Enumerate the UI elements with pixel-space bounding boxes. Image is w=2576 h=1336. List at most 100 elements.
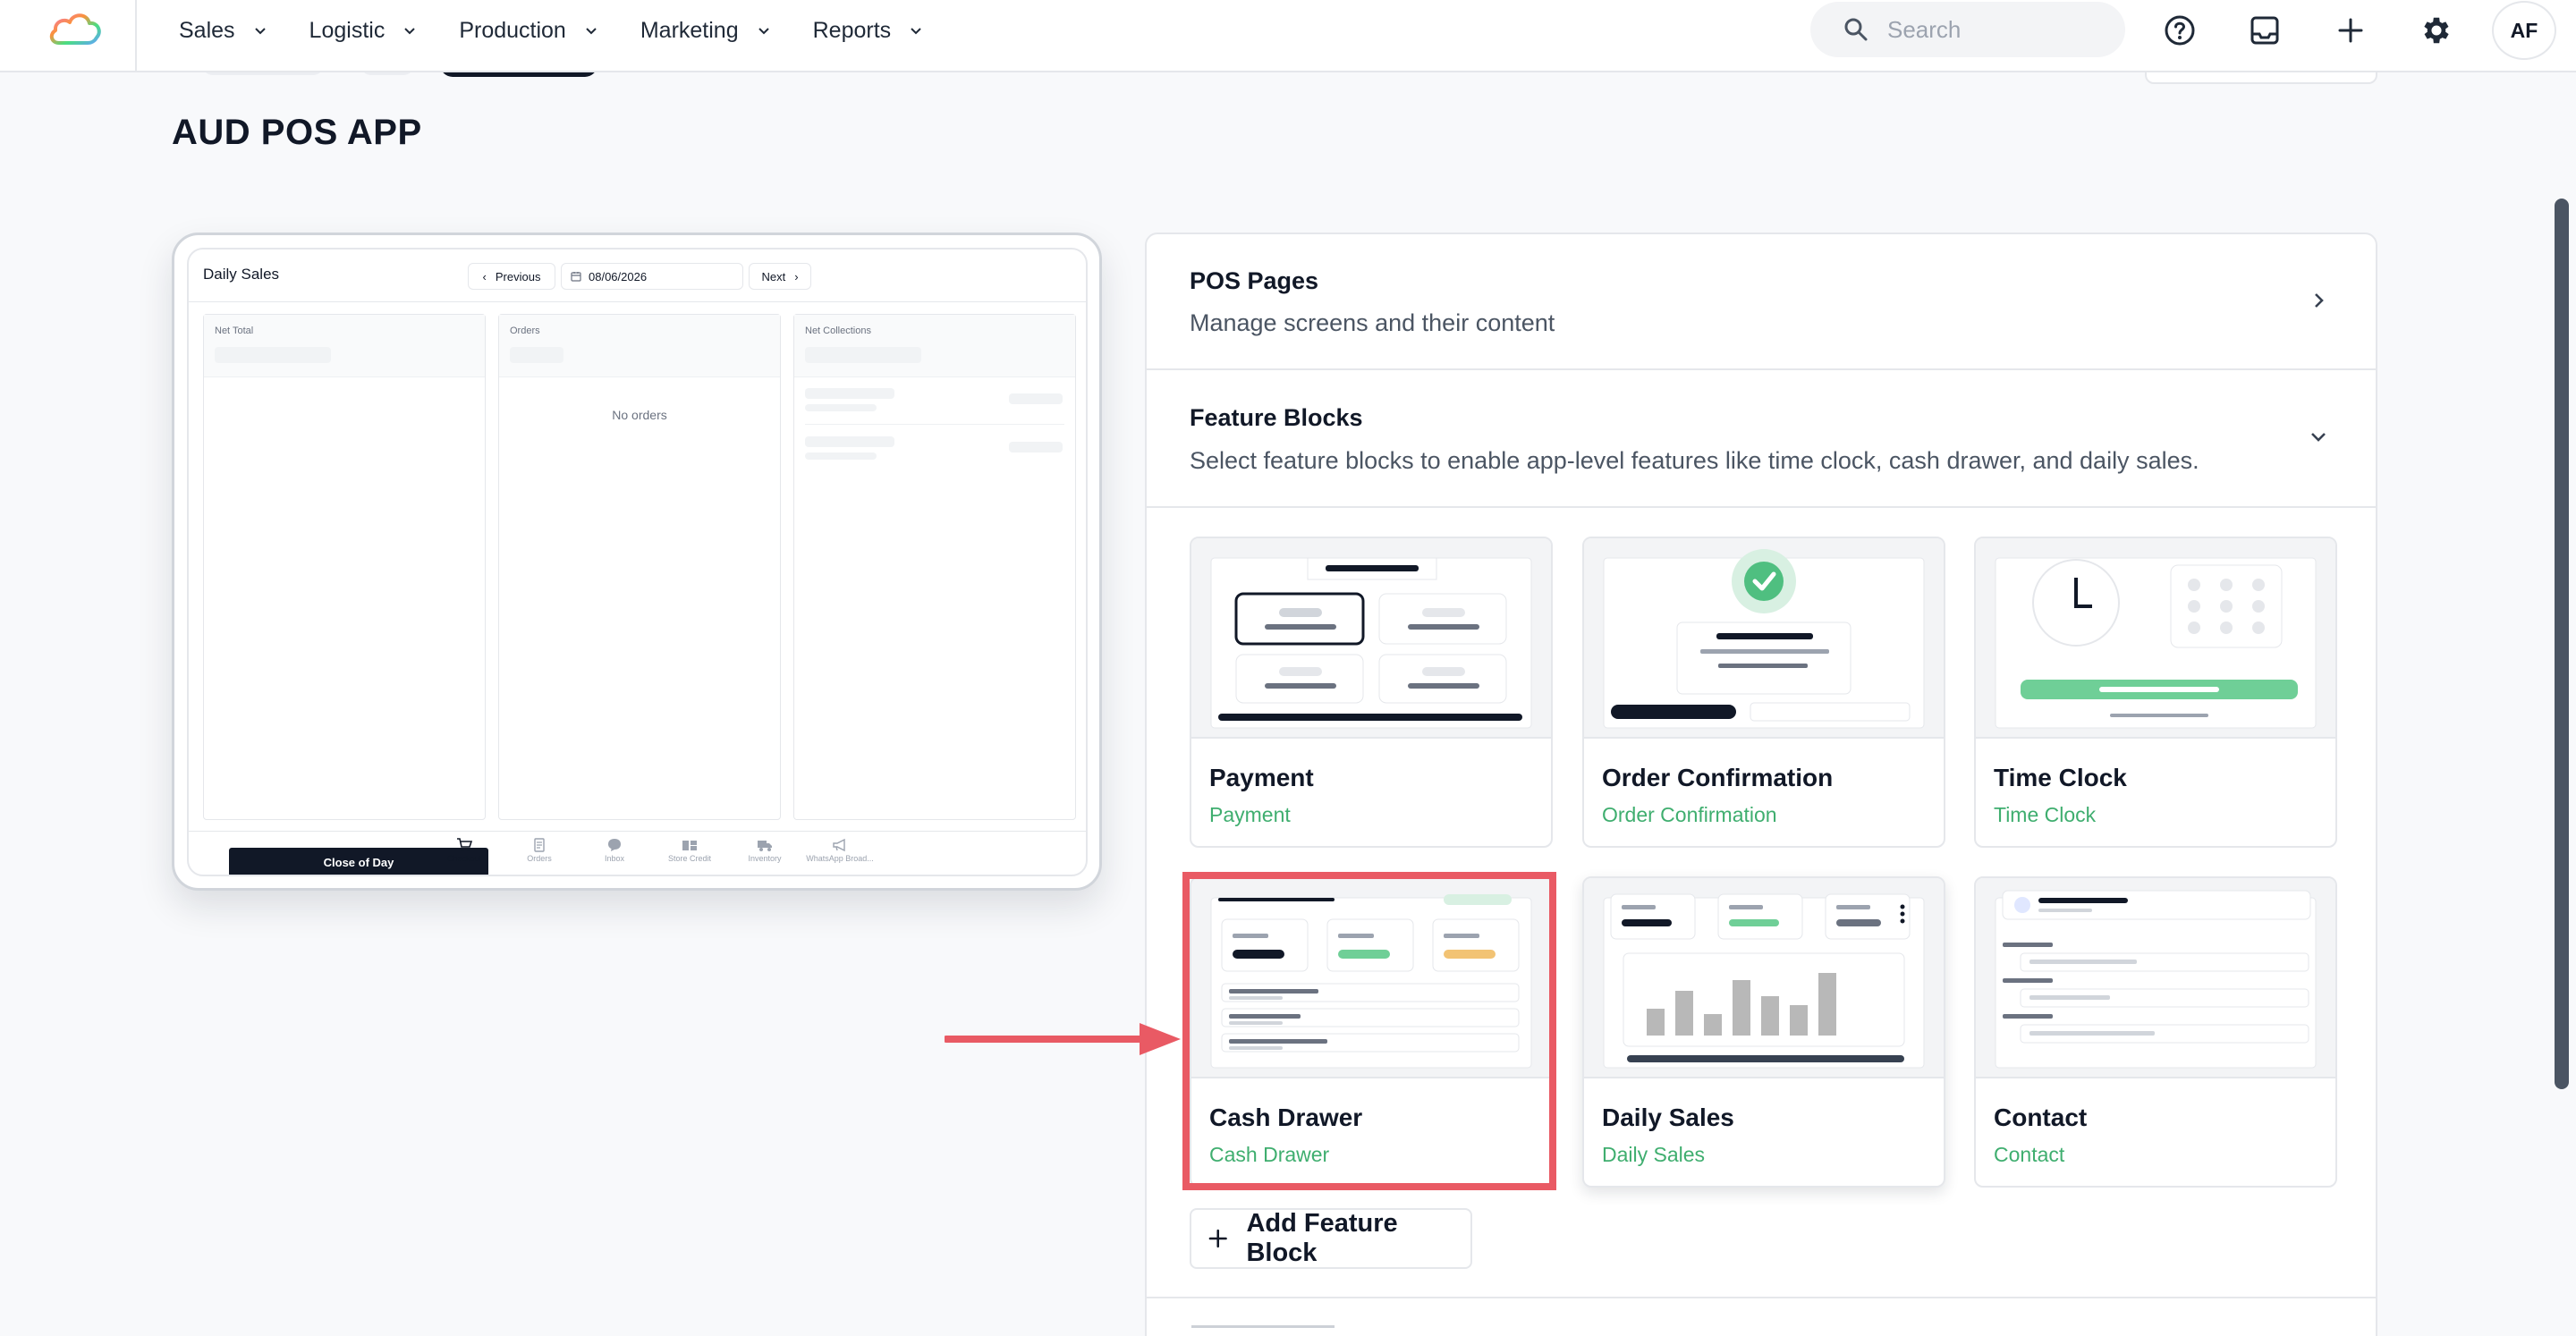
- nav-item-label: Marketing: [640, 17, 739, 43]
- preview-tab-whatsapp-broadcast: WhatsApp Broad...: [804, 838, 876, 863]
- help-button[interactable]: [2162, 13, 2198, 48]
- nav-item-label: Reports: [812, 17, 892, 43]
- order-confirmation-thumbnail: [1584, 538, 1944, 739]
- create-button[interactable]: [2333, 13, 2368, 48]
- orders-icon: [534, 838, 545, 852]
- app-root: Sales Logistic Production Marketing Repo…: [0, 0, 2576, 1336]
- skeleton-bar: [805, 452, 877, 460]
- skeleton-bar: [805, 436, 894, 447]
- next-section-peek: [1191, 1325, 1335, 1336]
- preview-date-field: 08/06/2026: [561, 263, 743, 290]
- add-feature-block-button[interactable]: Add Feature Block: [1190, 1208, 1472, 1269]
- chevron-down-icon: [758, 28, 769, 35]
- preview-next-button: Next ›: [749, 263, 811, 290]
- preview-tab-inventory: Inventory: [729, 838, 801, 863]
- card-title: Contact: [1994, 1103, 2088, 1131]
- preview-tab-label: Inventory: [748, 854, 782, 863]
- divider: [805, 424, 1064, 425]
- preview-column-net-total: Net Total Close of Day: [203, 314, 488, 875]
- chevron-down-icon: [586, 28, 597, 35]
- time-clock-illustration-icon: [1995, 557, 2317, 729]
- feature-card-contact[interactable]: Contact Contact: [1974, 876, 2337, 1188]
- gear-icon: [2424, 17, 2449, 44]
- add-feature-block-label: Add Feature Block: [1246, 1209, 1398, 1267]
- contact-illustration-icon: [1995, 890, 2317, 1069]
- divider: [189, 301, 1086, 302]
- chevron-right-icon: ›: [794, 269, 799, 283]
- divider: [189, 831, 1086, 832]
- payment-illustration-icon: [1210, 557, 1532, 729]
- empty-state-text: No orders: [612, 408, 667, 422]
- card-subtitle: Contact: [1994, 1143, 2065, 1166]
- store-credit-icon: [682, 841, 697, 850]
- nav-item-logistic[interactable]: Logistic: [309, 0, 418, 61]
- preview-column-net-collections: Net Collections: [793, 314, 1076, 820]
- feature-card-order-confirmation[interactable]: Order Confirmation Order Confirmation: [1582, 537, 1945, 848]
- preview-tab-label: Orders: [527, 854, 552, 863]
- cash-drawer-thumbnail: [1191, 878, 1551, 1078]
- preview-tab-label: Inbox: [604, 854, 625, 863]
- chevron-right-icon: [2315, 293, 2324, 308]
- nav-item-sales[interactable]: Sales: [179, 0, 267, 61]
- nav-item-label: Logistic: [309, 17, 386, 43]
- column-label: Net Total: [215, 326, 254, 336]
- order-confirmation-illustration-icon: [1603, 549, 1925, 729]
- nav-item-production[interactable]: Production: [459, 0, 598, 61]
- card-subtitle: Cash Drawer: [1209, 1143, 1330, 1166]
- preview-tab-label: Store Credit: [667, 854, 712, 863]
- calendar-icon: [571, 272, 581, 282]
- column-header: Net Collections: [794, 315, 1075, 377]
- cash-drawer-illustration-icon: [1210, 894, 1532, 1069]
- preview-screen: Daily Sales ‹ Previous 08/06/2026 Next ›…: [187, 248, 1088, 876]
- feature-card-payment[interactable]: Payment Payment: [1190, 537, 1553, 848]
- search-box[interactable]: [1810, 2, 2125, 57]
- chevron-down-icon: [254, 28, 266, 35]
- section-title: POS Pages: [1190, 267, 1319, 294]
- preview-date-value: 08/06/2026: [589, 269, 648, 283]
- divider: [1147, 1297, 2376, 1298]
- card-subtitle: Time Clock: [1994, 803, 2097, 826]
- daily-sales-illustration-icon: [1603, 893, 1925, 1069]
- app-logo[interactable]: [47, 7, 106, 48]
- chevron-down-icon: [404, 28, 416, 35]
- preview-previous-label: Previous: [495, 269, 541, 283]
- scrollbar-thumb[interactable]: [2555, 199, 2569, 1089]
- inbox-button[interactable]: [2247, 13, 2283, 48]
- avatar[interactable]: AF: [2492, 1, 2556, 60]
- preview-tab-checkout: Checkout: [428, 838, 500, 863]
- nav-item-label: Sales: [179, 17, 235, 43]
- nav-item-label: Production: [459, 17, 566, 43]
- feature-card-time-clock[interactable]: Time Clock Time Clock: [1974, 537, 2337, 848]
- skeleton-bar: [510, 347, 564, 363]
- skeleton-bar: [215, 347, 331, 363]
- preview-tab-orders: Orders: [504, 838, 575, 863]
- chevron-down-icon: [2311, 433, 2326, 442]
- column-label: Orders: [510, 326, 540, 336]
- truck-icon: [758, 841, 772, 851]
- preview-tab-store-credit: Store Credit: [654, 838, 725, 863]
- cloud-logo-icon: [49, 13, 101, 45]
- tablet-preview: Daily Sales ‹ Previous 08/06/2026 Next ›…: [172, 233, 1102, 891]
- preview-tab-inbox: Inbox: [579, 838, 650, 863]
- payment-thumbnail: [1191, 538, 1551, 739]
- settings-button[interactable]: [2419, 13, 2454, 48]
- section-subtitle: Select feature blocks to enable app-leve…: [1190, 447, 2199, 474]
- nav-item-reports[interactable]: Reports: [813, 0, 924, 61]
- skeleton-bar: [1009, 442, 1063, 452]
- feature-card-cash-drawer[interactable]: Cash Drawer Cash Drawer: [1190, 876, 1553, 1188]
- nav-item-marketing[interactable]: Marketing: [640, 0, 771, 61]
- search-input[interactable]: [1887, 15, 2111, 44]
- preview-tab-label: Checkout: [446, 854, 482, 863]
- pos-pages-section[interactable]: POS Pages Manage screens and their conte…: [1147, 234, 2376, 370]
- cart-icon: [457, 838, 472, 851]
- megaphone-icon: [833, 838, 845, 852]
- daily-sales-thumbnail: [1584, 878, 1944, 1078]
- preview-next-label: Next: [761, 269, 786, 283]
- help-icon: [2165, 15, 2195, 46]
- chevron-down-icon: [911, 28, 921, 35]
- skeleton-bar: [805, 404, 877, 411]
- card-title: Daily Sales: [1602, 1103, 1734, 1131]
- feature-blocks-section-header[interactable]: Feature Blocks Select feature blocks to …: [1147, 370, 2376, 508]
- feature-card-daily-sales[interactable]: Daily Sales Daily Sales: [1582, 876, 1945, 1188]
- time-clock-thumbnail: [1976, 538, 2335, 739]
